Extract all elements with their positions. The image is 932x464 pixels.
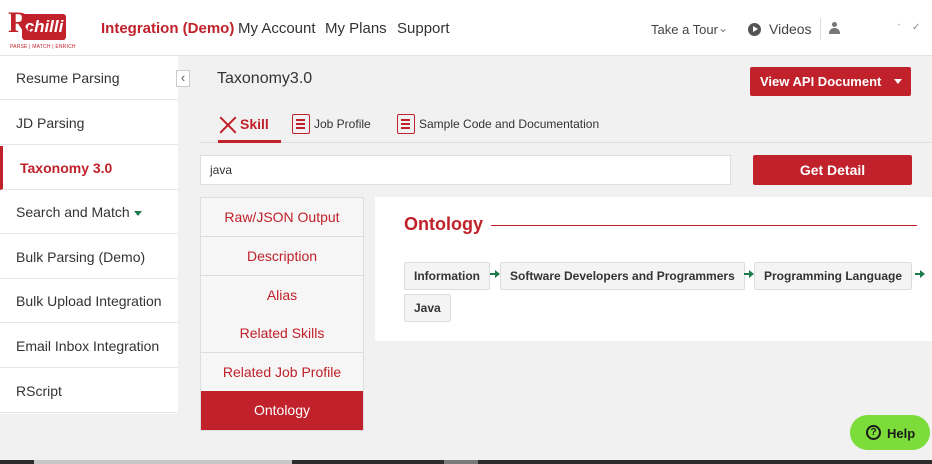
detail-sub-nav: Raw/JSON Output Description Alias Relate… [200,197,364,431]
sidebar-item-taxonomy[interactable]: Taxonomy 3.0 [0,146,178,190]
ontology-divider [491,225,917,226]
sidebar-item-bulk-parsing[interactable]: Bulk Parsing (Demo) [0,235,178,279]
rchilli-logo[interactable]: chilli R PARSE | MATCH | ENRICH [8,6,76,52]
take-a-tour-link[interactable]: Take a Tour [651,22,718,37]
sub-nav-related-skills[interactable]: Related Skills [201,314,363,353]
sidebar-item-rscript[interactable]: RScript [0,369,178,413]
sidebar-item-label: Taxonomy 3.0 [20,160,113,176]
sub-nav-description[interactable]: Description [201,237,363,276]
ontology-chip-software-developers: Software Developers and Programmers [500,262,745,290]
scrollbar-thumb[interactable] [34,460,292,464]
sidebar-item-label: Bulk Parsing (Demo) [16,249,146,265]
sidebar: Resume Parsing JD Parsing Taxonomy 3.0 S… [0,56,178,414]
logo-tagline: PARSE | MATCH | ENRICH [10,44,76,50]
sidebar-item-jd-parsing[interactable]: JD Parsing [0,101,178,145]
user-name-placeholder: • [898,23,901,29]
header-divider [820,18,821,40]
arrow-right-icon [490,269,500,279]
sidebar-item-label: JD Parsing [16,115,85,131]
sub-nav-raw-json[interactable]: Raw/JSON Output [201,198,363,237]
tab-label: Job Profile [314,117,371,131]
sidebar-item-label: Email Inbox Integration [16,338,160,354]
user-icon[interactable] [829,22,840,35]
nav-my-plans[interactable]: My Plans [325,20,387,37]
sidebar-item-label: RScript [16,383,62,399]
ontology-chip-programming-language: Programming Language [754,262,913,290]
ontology-title: Ontology [404,214,483,234]
ontology-chip-information: Information [404,262,490,290]
sub-nav-related-job-profile[interactable]: Related Job Profile [201,353,363,392]
question-circle-icon: ? [866,425,881,440]
sidebar-item-bulk-upload[interactable]: Bulk Upload Integration [0,279,178,323]
skill-search-input[interactable]: java [200,155,731,185]
caret-down-icon [133,210,142,216]
arrow-right-icon [744,269,754,279]
caret-down-icon[interactable] [894,79,902,84]
nav-support[interactable]: Support [397,20,450,37]
taxonomy-tabs: Skill Job Profile Sample Code and Docume… [200,108,932,143]
page-title: Taxonomy3.0 [217,70,313,87]
user-menu-chevron-icon[interactable]: ✓ [912,22,920,33]
arrow-right-icon [915,269,925,279]
sidebar-item-resume-parsing[interactable]: Resume Parsing [0,56,178,100]
sidebar-item-search-and-match[interactable]: Search and Match [0,190,178,234]
tools-icon [218,115,238,135]
help-label: Help [887,426,916,441]
get-detail-button[interactable]: Get Detail [753,155,912,185]
tab-label: Skill [240,116,269,132]
collapse-sidebar-chevron-left-icon[interactable]: ‹ [176,70,190,87]
view-api-document-label: View API Document [760,74,882,89]
sidebar-item-email-inbox[interactable]: Email Inbox Integration [0,324,178,368]
chevron-down-icon[interactable]: ⌄ [718,21,728,35]
scrollbar-segment [444,460,478,464]
sidebar-item-label: Bulk Upload Integration [16,293,162,309]
play-icon[interactable] [748,23,761,36]
tab-skill[interactable]: Skill [218,108,281,143]
sidebar-item-label: Search and Match [16,204,130,220]
sub-nav-ontology[interactable]: Ontology [201,391,363,430]
nav-integration-demo[interactable]: Integration (Demo) [101,20,234,37]
ontology-panel: Ontology Information Software Developers… [375,197,932,341]
top-header: chilli R PARSE | MATCH | ENRICH Integrat… [0,0,932,56]
sidebar-item-label: Resume Parsing [16,70,120,86]
help-button[interactable]: ? Help [850,415,930,450]
tab-sample-code[interactable]: Sample Code and Documentation [397,108,612,143]
horizontal-scrollbar[interactable] [0,460,932,464]
view-api-document-button[interactable]: View API Document [750,67,911,96]
videos-link[interactable]: Videos [769,21,812,37]
logo-letter: R [8,6,30,39]
job-profile-icon [292,114,310,134]
nav-my-account[interactable]: My Account [238,20,316,37]
tab-job-profile[interactable]: Job Profile [292,108,382,143]
sub-nav-alias[interactable]: Alias [201,276,363,315]
tab-label: Sample Code and Documentation [419,117,600,131]
ontology-chip-java: Java [404,294,451,322]
document-icon [397,114,415,134]
